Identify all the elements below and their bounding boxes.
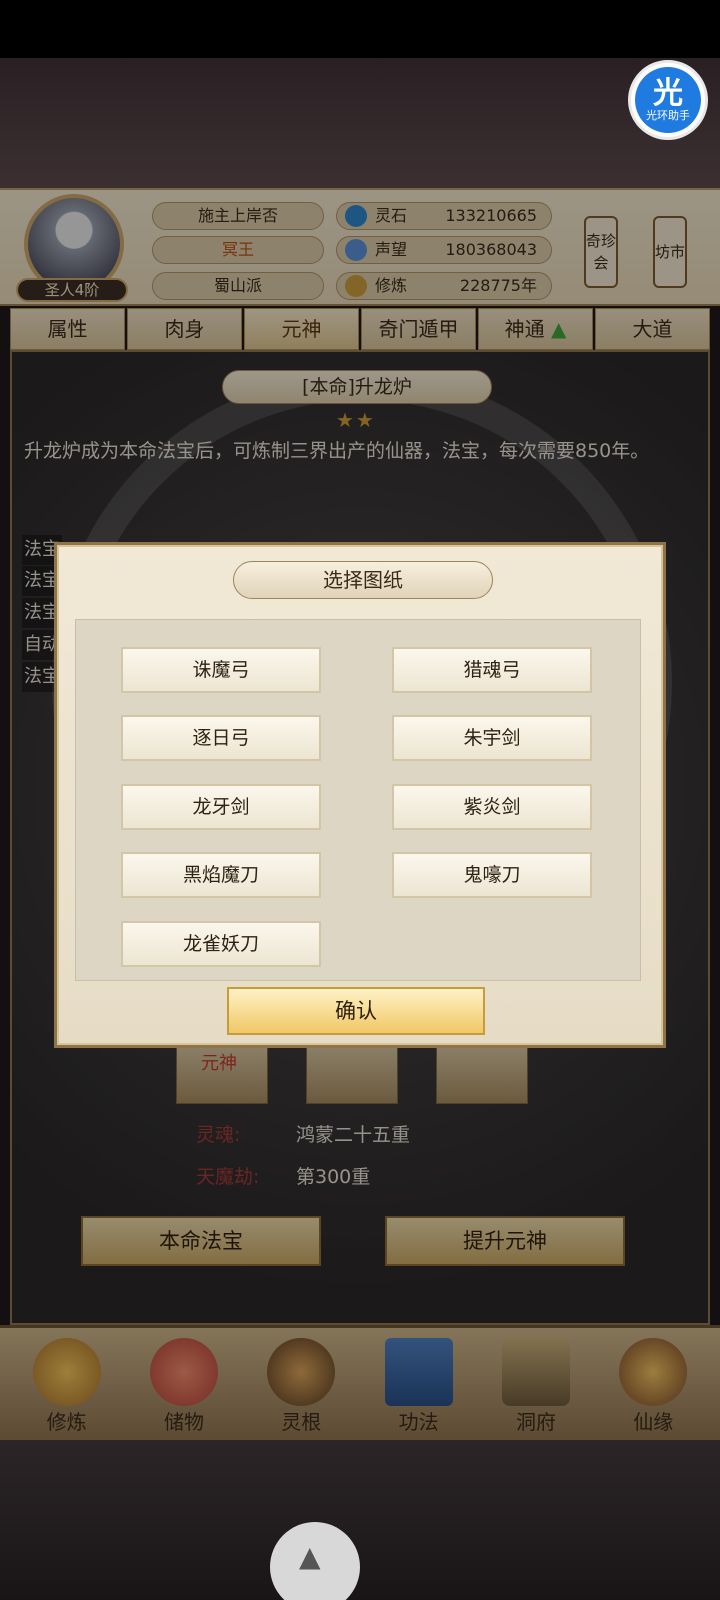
helper-glyph: 光 bbox=[653, 76, 683, 111]
helper-label: 光环助手 bbox=[646, 109, 690, 122]
blueprint-option[interactable]: 诛魔弓 bbox=[121, 647, 321, 693]
blueprint-option[interactable]: 黑焰魔刀 bbox=[121, 852, 321, 898]
helper-badge[interactable]: 光 光环助手 bbox=[628, 60, 708, 140]
up-arrow-icon: ▲ bbox=[299, 1540, 321, 1573]
top-band bbox=[0, 58, 720, 188]
confirm-button[interactable]: 确认 bbox=[227, 987, 485, 1035]
helper-icon: 光 光环助手 bbox=[635, 67, 701, 133]
dialog-title: 选择图纸 bbox=[233, 561, 493, 599]
blueprint-option[interactable]: 逐日弓 bbox=[121, 715, 321, 761]
blueprint-option[interactable]: 龙雀妖刀 bbox=[121, 921, 321, 967]
lower-area bbox=[0, 1440, 720, 1600]
blueprint-option[interactable]: 紫炎剑 bbox=[392, 784, 592, 830]
blueprint-option[interactable]: 龙牙剑 bbox=[121, 784, 321, 830]
select-blueprint-dialog: 选择图纸 诛魔弓 猎魂弓 逐日弓 朱宇剑 龙牙剑 紫炎剑 黑焰魔刀 鬼嚎刀 龙雀… bbox=[54, 542, 666, 1048]
status-bar bbox=[0, 0, 720, 58]
blueprint-option[interactable]: 朱宇剑 bbox=[392, 715, 592, 761]
blueprint-option[interactable]: 鬼嚎刀 bbox=[392, 852, 592, 898]
blueprint-option[interactable]: 猎魂弓 bbox=[392, 647, 592, 693]
